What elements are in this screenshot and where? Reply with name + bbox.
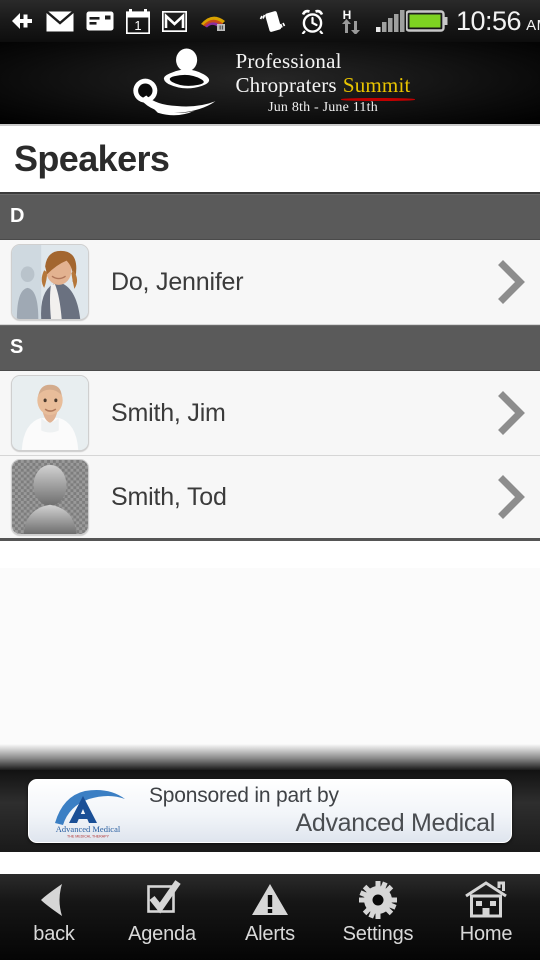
clock-ampm: AM: [526, 16, 540, 34]
download-arrow-icon: [12, 13, 32, 29]
nav-item-label: Home: [459, 923, 513, 945]
list-item-label: Do, Jennifer: [111, 267, 244, 296]
chevron-right-icon[interactable]: [494, 258, 528, 306]
nav-item-label: Agenda: [128, 923, 196, 945]
sponsor-text-block: Sponsored in part by Advanced Medical: [137, 784, 497, 838]
envelope-icon: [46, 10, 74, 31]
nav-item-label: Settings: [342, 923, 414, 945]
list-item-label: Smith, Tod: [111, 482, 227, 511]
nav-item-home[interactable]: Home: [434, 880, 538, 946]
sms-card-icon: [86, 11, 114, 31]
sponsor-line2: Advanced Medical: [295, 809, 496, 837]
section-header-s: S: [0, 325, 540, 371]
battery-icon: [406, 10, 448, 32]
chevron-right-icon[interactable]: [494, 473, 528, 521]
status-bar: 1 H 10:56 A: [0, 0, 540, 42]
warning-triangle-icon: [252, 884, 288, 915]
gmail-icon: [162, 10, 187, 32]
status-bar-mid-icons: H: [259, 8, 406, 34]
sponsor-line1: Sponsored in part by: [149, 784, 339, 807]
alarm-clock-icon: [301, 9, 324, 34]
banner-title-summit: Summit: [340, 72, 415, 101]
nav-item-agenda[interactable]: Agenda: [110, 880, 214, 946]
section-header-label: S: [10, 336, 24, 358]
sponsor-banner[interactable]: Advanced Medical THE MEDICAL THERAPY Spo…: [0, 770, 540, 852]
status-bar-left-icons: 1: [10, 8, 227, 34]
list-item[interactable]: Do, Jennifer: [0, 240, 540, 325]
banner-text-block: Professional Chropraters Summit Jun 8th …: [235, 48, 415, 116]
nav-item-alerts[interactable]: Alerts: [218, 880, 322, 946]
nav-item-back[interactable]: back: [2, 880, 106, 946]
speakers-list: D Do, Jennifer S Smith, Jim Smith, Tod: [0, 194, 540, 541]
list-item[interactable]: Smith, Tod: [0, 456, 540, 541]
house-icon: [465, 881, 507, 918]
event-banner: Professional Chropraters Summit Jun 8th …: [0, 42, 540, 126]
chiropractic-logo-icon: [133, 48, 216, 116]
hspa-data-icon: H: [342, 8, 360, 34]
media-rainbow-icon: [201, 16, 225, 31]
signal-bars-icon: [376, 10, 405, 32]
avatar: [11, 375, 89, 451]
banner-title-chropraters: Chropraters: [235, 72, 337, 97]
section-header-label: D: [10, 205, 25, 227]
banner-title-line1: Professional: [235, 48, 342, 73]
gear-icon: [359, 881, 397, 919]
svg-text:1: 1: [134, 18, 141, 33]
vibrate-icon: [259, 11, 286, 32]
checkbox-check-icon: [147, 880, 181, 914]
list-empty-space: [0, 568, 540, 768]
sponsor-logo-caption: Advanced Medical: [56, 824, 121, 834]
app-screen: 1 H 10:56 A Professional Chropraters Sum…: [0, 0, 540, 960]
page-header: Speakers: [0, 126, 540, 194]
status-bar-clock: 10:56 AM: [456, 5, 540, 36]
advanced-medical-logo-icon: Advanced Medical THE MEDICAL THERAPY: [55, 790, 125, 839]
chevron-right-icon[interactable]: [494, 389, 528, 437]
clock-time: 10:56: [456, 5, 522, 36]
banner-dates: Jun 8th - June 11th: [268, 100, 378, 116]
avatar: [11, 459, 89, 535]
nav-item-label: back: [33, 923, 75, 945]
status-bar-right: 10:56 AM: [406, 5, 540, 36]
bottom-navigation-bar: back Agenda Alerts Settings Home: [0, 874, 540, 960]
calendar-icon: 1: [126, 8, 150, 34]
page-title: Speakers: [14, 138, 170, 179]
list-item[interactable]: Smith, Jim: [0, 371, 540, 456]
svg-text:THE MEDICAL THERAPY: THE MEDICAL THERAPY: [67, 835, 110, 839]
avatar: [11, 244, 89, 320]
section-header-d: D: [0, 194, 540, 240]
list-item-label: Smith, Jim: [111, 398, 226, 427]
nav-item-settings[interactable]: Settings: [326, 880, 430, 946]
back-arrow-icon: [41, 884, 62, 916]
banner-title-line2: Chropraters Summit: [235, 72, 415, 101]
content-fade-divider: [0, 744, 540, 770]
sponsor-card[interactable]: Advanced Medical THE MEDICAL THERAPY Spo…: [28, 779, 512, 843]
nav-item-label: Alerts: [245, 923, 295, 945]
